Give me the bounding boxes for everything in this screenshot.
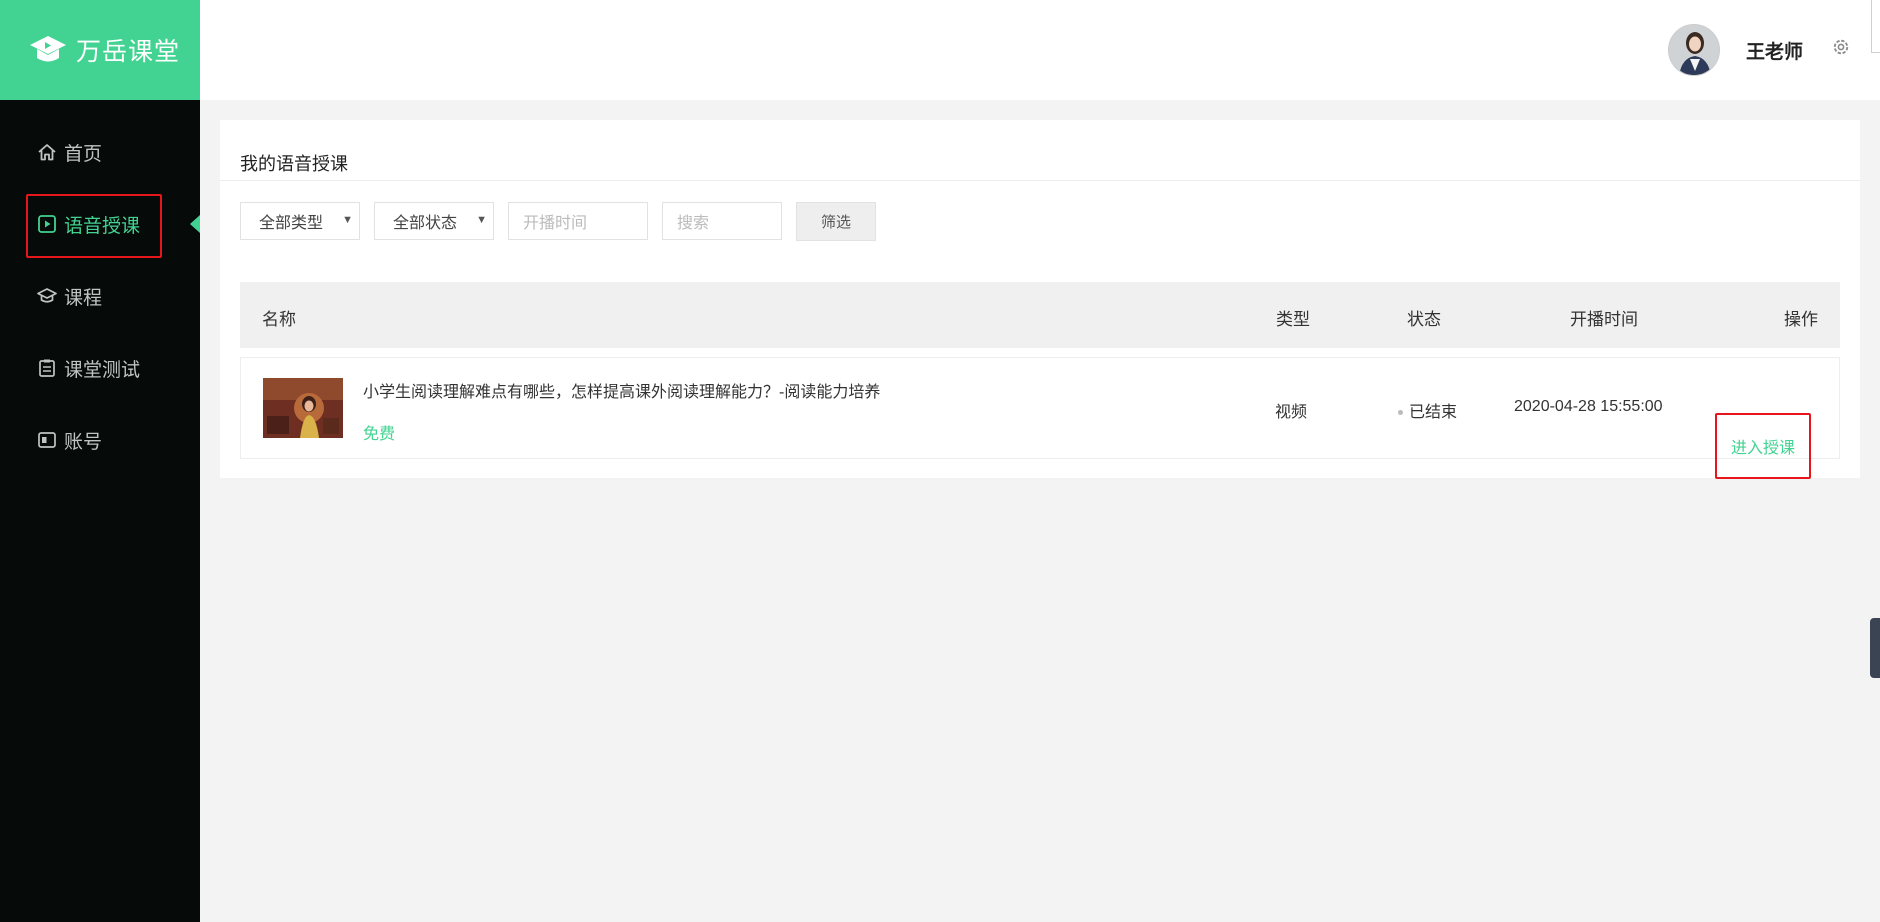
price-label: 免费 xyxy=(363,426,396,443)
window-edge-tab xyxy=(1871,0,1880,53)
type-select[interactable]: 全部类型 ▼ xyxy=(240,202,360,240)
table-row: 小学生阅读理解难点有哪些，怎样提高课外阅读理解能力？-阅读能力培养 免费 视频 … xyxy=(240,357,1840,459)
enter-lesson-button[interactable]: 进入授课 xyxy=(1715,413,1811,479)
header-status: 状态 xyxy=(1407,310,1441,329)
clipboard-icon xyxy=(36,357,58,379)
brand-logo[interactable]: 万岳课堂 xyxy=(0,0,200,100)
sidebar-item-account[interactable]: 账号 xyxy=(0,404,200,476)
status-dot-icon xyxy=(1398,410,1403,416)
start-time-placeholder: 开播时间 xyxy=(523,215,588,232)
header-start-time: 开播时间 xyxy=(1570,310,1638,329)
search-input[interactable]: 搜索 xyxy=(662,202,782,240)
course-start-time: 2020-04-28 15:55:00 xyxy=(1514,398,1663,415)
side-floating-widget[interactable] xyxy=(1870,618,1880,678)
table-header: 名称 类型 状态 开播时间 操作 xyxy=(240,282,1840,348)
course-type: 视频 xyxy=(1275,404,1308,421)
page-title: 我的语音授课 xyxy=(240,154,348,174)
divider xyxy=(220,180,1860,181)
header-type: 类型 xyxy=(1276,310,1310,329)
active-highlight-box xyxy=(26,194,162,258)
sidebar-item-home[interactable]: 首页 xyxy=(0,116,200,188)
graduation-cap-icon xyxy=(36,285,58,307)
sidebar-item-label: 首页 xyxy=(64,143,103,165)
course-status: 已结束 xyxy=(1398,398,1457,422)
sidebar-item-label: 课程 xyxy=(64,287,103,309)
sidebar-item-class-test[interactable]: 课堂测试 xyxy=(0,332,200,404)
course-thumbnail[interactable] xyxy=(263,378,343,438)
graduation-cap-play-icon xyxy=(28,30,68,70)
id-card-icon xyxy=(36,429,58,451)
sidebar-item-courses[interactable]: 课程 xyxy=(0,260,200,332)
type-select-value: 全部类型 xyxy=(259,215,324,232)
course-title[interactable]: 小学生阅读理解难点有哪些，怎样提高课外阅读理解能力？-阅读能力培养 xyxy=(363,378,880,402)
top-header: 王老师 xyxy=(200,0,1880,100)
search-placeholder: 搜索 xyxy=(677,215,710,232)
header-name: 名称 xyxy=(262,310,296,329)
gear-icon[interactable] xyxy=(1830,36,1852,58)
user-name[interactable]: 王老师 xyxy=(1746,37,1803,64)
filter-button[interactable]: 筛选 xyxy=(796,202,876,241)
start-time-input[interactable]: 开播时间 xyxy=(508,202,648,240)
dropdown-arrow-icon: ▼ xyxy=(342,214,353,226)
dropdown-arrow-icon: ▼ xyxy=(476,214,487,226)
voice-lessons-panel: 我的语音授课 全部类型 ▼ 全部状态 ▼ 开播时间 搜索 筛选 名称 类型 状态… xyxy=(220,120,1860,479)
sidebar: 万岳课堂 首页 语音授课 课程 课堂测试 账号 xyxy=(0,0,200,922)
status-select-value: 全部状态 xyxy=(393,215,458,232)
sidebar-item-label: 账号 xyxy=(64,431,103,453)
sidebar-item-label: 课堂测试 xyxy=(64,359,141,381)
status-select[interactable]: 全部状态 ▼ xyxy=(374,202,494,240)
brand-name: 万岳课堂 xyxy=(76,38,181,66)
sidebar-item-voice-lessons[interactable]: 语音授课 xyxy=(0,188,200,260)
avatar[interactable] xyxy=(1668,24,1720,76)
home-icon xyxy=(36,141,58,163)
sidebar-nav: 首页 语音授课 课程 课堂测试 账号 xyxy=(0,116,200,476)
status-text: 已结束 xyxy=(1409,404,1458,421)
active-caret-icon xyxy=(190,215,200,233)
header-action: 操作 xyxy=(1784,310,1818,329)
